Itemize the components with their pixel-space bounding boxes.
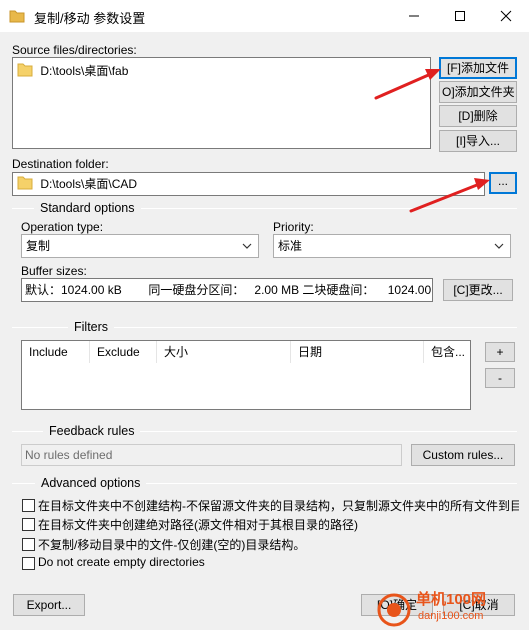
watermark-text: 单机100网: [416, 591, 487, 608]
watermark-logo-icon: [377, 593, 411, 627]
arrow-icon: [374, 69, 441, 100]
annotation-arrows: [374, 69, 490, 213]
watermark-subtext: danji100.com: [418, 610, 484, 622]
arrow-icon: [409, 178, 490, 213]
watermark: 单机100网 danji100.com: [376, 586, 529, 630]
